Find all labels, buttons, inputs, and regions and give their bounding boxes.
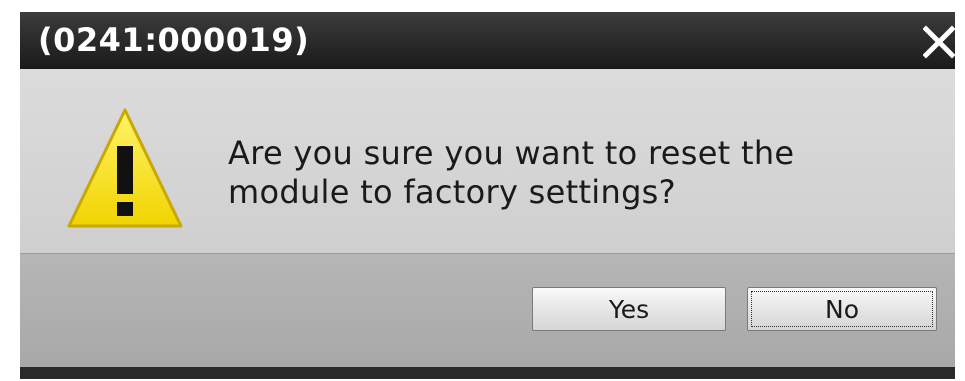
yes-button[interactable]: Yes: [532, 287, 726, 331]
no-button[interactable]: No: [747, 287, 937, 331]
warning-icon: [67, 108, 183, 228]
window-bottom-border: [20, 367, 955, 379]
dialog-message: Are you sure you want to reset the modul…: [228, 134, 794, 212]
dialog-title: (0241:000019): [38, 21, 310, 59]
dialog-content: Are you sure you want to reset the modul…: [20, 69, 955, 253]
message-line-2: module to factory settings?: [228, 173, 676, 211]
button-bar: Yes No: [20, 253, 955, 368]
dialog-window: (0241:000019) Are you sure you want to r…: [20, 12, 955, 379]
no-button-label: No: [825, 295, 859, 324]
title-bar: (0241:000019): [20, 12, 955, 69]
close-icon: [922, 25, 955, 59]
message-line-1: Are you sure you want to reset the: [228, 134, 795, 172]
close-button[interactable]: [922, 19, 955, 63]
